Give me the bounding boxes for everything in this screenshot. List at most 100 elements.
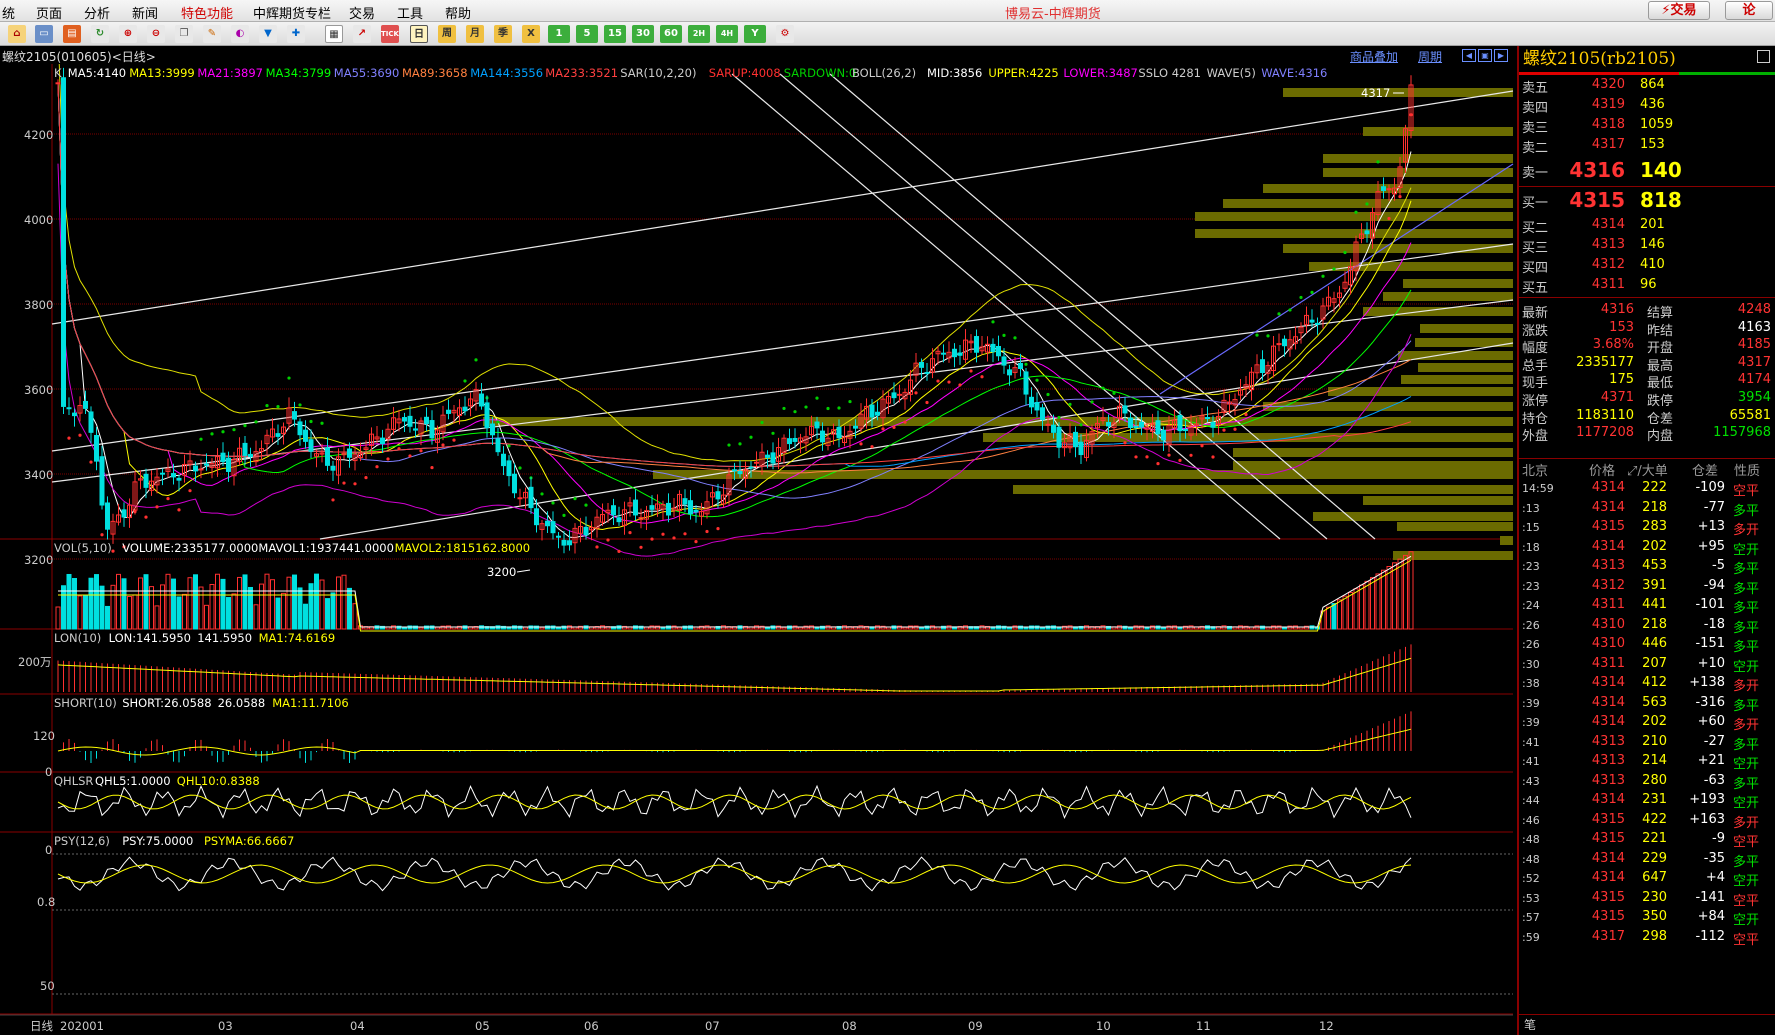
tick-price: 4311: [1591, 597, 1625, 612]
indicator-label: MAVOL1:1937441.0000: [258, 541, 394, 555]
menu-item-page[interactable]: 页面: [36, 3, 62, 22]
date-tick: 07: [705, 1019, 720, 1033]
tick-price: 4315: [1591, 909, 1625, 924]
sar-dot: [793, 410, 797, 414]
menu-item-news[interactable]: 新闻: [132, 3, 158, 22]
stat-label: 结算: [1647, 306, 1674, 321]
volume-bar: [1144, 626, 1150, 630]
date-tick: 10: [1096, 1019, 1111, 1033]
volume-bar: [919, 626, 924, 630]
volume-bar: [231, 593, 237, 630]
psy-line: [57, 856, 1412, 892]
menu-item-analysis[interactable]: 分析: [84, 3, 110, 22]
period-30min-button[interactable]: 30: [632, 25, 654, 43]
candle-body: [61, 77, 66, 407]
news-icon[interactable]: ▤: [63, 25, 81, 43]
period-year-button[interactable]: Y: [744, 25, 766, 43]
sar-dot: [1288, 308, 1292, 312]
tick-price: 4314: [1591, 870, 1625, 885]
kline-chart[interactable]: 4317 3200 4200 4000 3800 3600 3400 3200 …: [0, 64, 1517, 1035]
menu-item-tools[interactable]: 工具: [397, 3, 423, 22]
sar-dot: [1321, 274, 1325, 278]
nav-left-icon[interactable]: ◀: [1462, 49, 1476, 62]
candle-body: [220, 452, 226, 462]
trade-button[interactable]: ⚡交易: [1648, 1, 1710, 20]
ask-volume: 1059: [1640, 117, 1674, 132]
menu-item-trade[interactable]: 交易: [349, 3, 375, 22]
period-1min-button[interactable]: 1: [548, 25, 570, 43]
filter-icon[interactable]: ▼: [259, 25, 277, 43]
candle-body: [204, 463, 209, 466]
settings-icon[interactable]: ⚙: [776, 25, 794, 43]
period-x-button[interactable]: X: [522, 25, 540, 43]
maximize-icon[interactable]: [1757, 50, 1770, 63]
new-icon[interactable]: ✚: [287, 25, 305, 43]
table-icon[interactable]: ▦: [325, 25, 343, 43]
period-4h-button[interactable]: 4H: [716, 25, 738, 43]
sar-dot: [870, 445, 874, 449]
copy-icon[interactable]: ❐: [175, 25, 193, 43]
nav-expand-icon[interactable]: ▣: [1478, 49, 1492, 62]
period-60min-button[interactable]: 60: [660, 25, 682, 43]
tick-price: 4315: [1591, 811, 1625, 827]
ask-level-3[interactable]: 卖三 4318 1059: [1519, 117, 1775, 137]
period-2h-button[interactable]: 2H: [688, 25, 710, 43]
sar-dot: [584, 503, 588, 507]
tick-table-header: 北京 价格 ⤢/大单 仓差 性质: [1519, 460, 1775, 480]
bid-level-3[interactable]: 买三 4313 146: [1519, 237, 1775, 257]
period-week-button[interactable]: 周: [438, 25, 456, 43]
sar-dot: [903, 420, 907, 424]
color-icon[interactable]: ◐: [231, 25, 249, 43]
sar-dot: [782, 406, 786, 411]
candle-body: [83, 400, 88, 409]
period-month-button[interactable]: 月: [466, 25, 484, 43]
refresh-icon[interactable]: ↻: [91, 25, 109, 43]
ask-level-2[interactable]: 卖二 4317 153: [1519, 137, 1775, 157]
zoom-in-icon[interactable]: ⊕: [119, 25, 137, 43]
period-5min-button[interactable]: 5: [576, 25, 598, 43]
bid-level-4[interactable]: 买四 4312 410: [1519, 257, 1775, 277]
pen-icon[interactable]: ✎: [203, 25, 221, 43]
menu-item-system[interactable]: 统: [2, 3, 15, 22]
trend-icon[interactable]: ↗: [353, 25, 371, 43]
tick-price: 4313: [1591, 558, 1625, 573]
menu-item-zhonghui-column[interactable]: 中辉期货专栏: [253, 3, 331, 22]
period-day-button[interactable]: 日: [410, 25, 428, 43]
main-indicator-legend: K MA5:4140 MA13:3999 MA21:3897 MA34:3799 MA55…: [54, 66, 1327, 80]
bid-level-2[interactable]: 买二 4314 201: [1519, 217, 1775, 237]
tick-oi-change: -141: [1695, 889, 1725, 905]
candle-body: [1133, 426, 1139, 429]
zoom-out-icon[interactable]: ⊖: [147, 25, 165, 43]
sar-dot: [661, 532, 665, 536]
ask-level-1[interactable]: 卖一 4316 140: [1519, 158, 1775, 184]
tick-icon[interactable]: TICK: [381, 25, 399, 43]
tick-tab[interactable]: 笔: [1519, 1014, 1775, 1035]
ask-level-4[interactable]: 卖四 4319 436: [1519, 97, 1775, 117]
overlay-link[interactable]: 商品叠加: [1350, 48, 1398, 65]
period-link[interactable]: 周期: [1418, 48, 1442, 65]
forum-button[interactable]: 论: [1725, 1, 1773, 20]
tick-row[interactable]: :59 4317 298 -112 空平: [1519, 929, 1775, 951]
candle-body: [693, 509, 699, 513]
menu-item-features[interactable]: 特色功能: [181, 3, 233, 22]
nav-right-icon[interactable]: ▶: [1494, 49, 1508, 62]
tick-oi-change: -112: [1695, 928, 1725, 944]
period-quarter-button[interactable]: 季: [494, 25, 512, 43]
volume-axis-label: 200万: [18, 655, 51, 669]
ask-level-5[interactable]: 卖五 4320 864: [1519, 77, 1775, 97]
bid-level-5[interactable]: 买五 4311 96: [1519, 277, 1775, 297]
date-tick: 11: [1196, 1019, 1211, 1033]
home-icon[interactable]: ⌂: [8, 25, 26, 43]
price-tick: 3200: [24, 553, 53, 567]
bid-label: 买三: [1522, 241, 1549, 256]
monitor-icon[interactable]: ▭: [35, 25, 53, 43]
indicator-label: MA34:3799: [266, 66, 332, 80]
sar-dot: [1112, 391, 1116, 395]
menu-item-help[interactable]: 帮助: [445, 3, 471, 22]
ma-line: [57, 82, 1412, 474]
volume-bar: [660, 626, 666, 630]
period-15min-button[interactable]: 15: [604, 25, 626, 43]
bid-level-1[interactable]: 买一 4315 818: [1519, 188, 1775, 214]
tick-price: 4315: [1591, 831, 1625, 846]
candle-body: [248, 453, 253, 458]
